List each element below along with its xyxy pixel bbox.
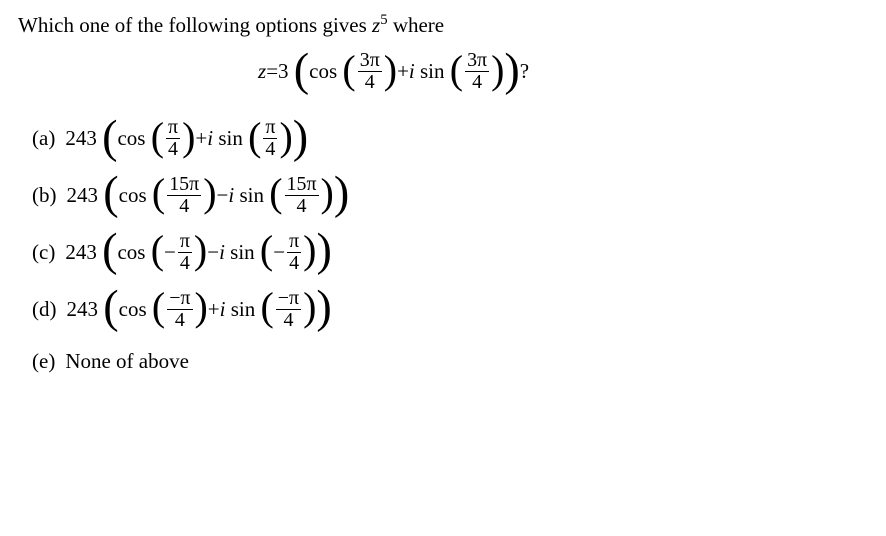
opt-b-coeff: 243	[67, 183, 99, 208]
opt-c-frac1: π 4	[178, 231, 192, 274]
prompt-suffix: where	[388, 13, 445, 37]
opt-c-coeff: 243	[65, 240, 97, 265]
den: 4	[167, 309, 192, 331]
opt-b-sin: sin	[239, 183, 264, 208]
options-list: (a) 243 ( cos ( π 4 ) + i sin ( π 4	[32, 117, 868, 374]
opt-b-frac2: 15π 4	[285, 174, 319, 217]
den: 4	[166, 138, 180, 160]
opt-c-neg2: −	[273, 240, 285, 265]
den: 4	[285, 195, 319, 217]
option-c[interactable]: (c) 243 ( cos ( − π 4 ) − i sin ( − π 4	[32, 231, 868, 274]
opt-c-frac2: π 4	[287, 231, 301, 274]
opt-a-cos: cos	[117, 126, 145, 151]
opt-d-frac1: −π 4	[167, 288, 192, 331]
option-d-label: (d)	[32, 297, 57, 322]
eq-frac-2: 3π 4	[465, 50, 489, 93]
opt-d-sin: sin	[231, 297, 256, 322]
eq-frac-1: 3π 4	[358, 50, 382, 93]
opt-c-join: −	[207, 240, 219, 265]
opt-c-cos: cos	[117, 240, 145, 265]
eq-frac2-num: 3π	[465, 50, 489, 71]
eq-frac2-den: 4	[465, 71, 489, 93]
eq-coeff: 3	[278, 59, 289, 84]
den: 4	[287, 252, 301, 274]
opt-b-cos: cos	[119, 183, 147, 208]
eq-frac1-den: 4	[358, 71, 382, 93]
eq-qmark: ?	[520, 59, 529, 84]
option-b-label: (b)	[32, 183, 57, 208]
prompt-prefix: Which one of the following options gives	[18, 13, 372, 37]
eq-plus: +	[397, 59, 409, 84]
opt-a-coeff: 243	[65, 126, 97, 151]
question-prompt: Which one of the following options gives…	[18, 12, 868, 38]
num: 15π	[167, 174, 201, 195]
num: −π	[167, 288, 192, 309]
opt-c-sin: sin	[230, 240, 255, 265]
opt-d-join: +	[208, 297, 220, 322]
num: 15π	[285, 174, 319, 195]
option-c-label: (c)	[32, 240, 55, 265]
den: 4	[276, 309, 301, 331]
eq-cos: cos	[309, 59, 337, 84]
opt-a-sin: sin	[218, 126, 243, 151]
eq-frac1-num: 3π	[358, 50, 382, 71]
option-e-label: (e)	[32, 349, 55, 374]
opt-b-join: −	[217, 183, 229, 208]
num: π	[166, 117, 180, 138]
opt-d-frac2: −π 4	[276, 288, 301, 331]
den: 4	[178, 252, 192, 274]
opt-b-frac1: 15π 4	[167, 174, 201, 217]
num: −π	[276, 288, 301, 309]
eq-equals: =	[266, 59, 278, 84]
option-e-text: None of above	[65, 349, 189, 374]
eq-sin: sin	[420, 59, 445, 84]
den: 4	[167, 195, 201, 217]
num: π	[263, 117, 277, 138]
option-a-label: (a)	[32, 126, 55, 151]
num: π	[287, 231, 301, 252]
opt-a-frac1: π 4	[166, 117, 180, 160]
z-exp: 5	[380, 12, 387, 28]
option-a[interactable]: (a) 243 ( cos ( π 4 ) + i sin ( π 4	[32, 117, 868, 160]
opt-a-frac2: π 4	[263, 117, 277, 160]
option-b[interactable]: (b) 243 ( cos ( 15π 4 ) − i sin ( 15π 4	[32, 174, 868, 217]
opt-d-cos: cos	[119, 297, 147, 322]
opt-d-coeff: 243	[67, 297, 99, 322]
option-d[interactable]: (d) 243 ( cos ( −π 4 ) + i sin ( −π 4	[32, 288, 868, 331]
equation: z = 3 ( cos ( 3π 4 ) + i sin ( 3π 4 ) ) …	[18, 50, 529, 93]
num: π	[178, 231, 192, 252]
opt-a-join: +	[195, 126, 207, 151]
opt-c-neg1: −	[164, 240, 176, 265]
option-e[interactable]: (e) None of above	[32, 349, 868, 374]
eq-z: z	[258, 59, 266, 84]
den: 4	[263, 138, 277, 160]
z-var: z	[372, 13, 380, 37]
